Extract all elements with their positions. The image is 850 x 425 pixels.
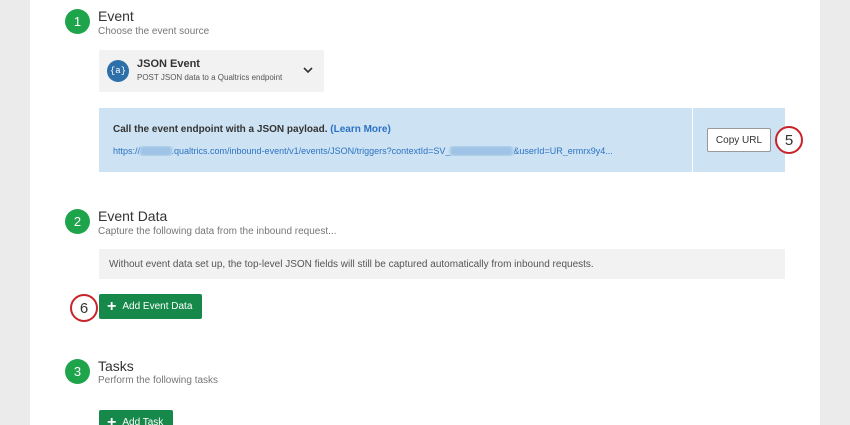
copy-url-button[interactable]: Copy URL	[707, 128, 771, 152]
event-data-notice: Without event data set up, the top-level…	[99, 249, 785, 279]
step-1-title: Event	[98, 8, 134, 24]
step-3-title: Tasks	[98, 358, 134, 374]
event-data-notice-text: Without event data set up, the top-level…	[109, 259, 594, 270]
step-3-subtitle: Perform the following tasks	[98, 375, 219, 386]
add-task-label: Add Task	[122, 417, 164, 425]
event-source-dropdown[interactable]: {a} JSON Event POST JSON data to a Qualt…	[99, 50, 324, 92]
event-source-title: JSON Event	[137, 58, 200, 70]
url-redacted-brand: xxxxxxx	[140, 146, 172, 156]
step-2-subtitle: Capture the following data from the inbo…	[98, 226, 337, 237]
learn-more-link[interactable]: (Learn More)	[330, 124, 391, 135]
plus-icon: +	[107, 413, 117, 425]
add-event-data-button[interactable]: + Add Event Data	[99, 294, 203, 319]
endpoint-url[interactable]: https://xxxxxxx.qualtrics.com/inbound-ev…	[113, 146, 681, 156]
step-2-badge: 2	[65, 209, 90, 234]
url-suffix: &userId=UR_ermrx9y4...	[513, 146, 613, 156]
endpoint-info-box: Call the event endpoint with a JSON payl…	[99, 108, 692, 172]
url-redacted-survey-id: xxxxxxxxxxxxxx	[450, 146, 514, 156]
json-braces-icon: {a}	[107, 60, 129, 82]
step-2-title: Event Data	[98, 208, 168, 224]
event-source-subtitle: POST JSON data to a Qualtrics endpoint	[137, 73, 283, 82]
endpoint-intro-text: Call the event endpoint with a JSON payl…	[113, 124, 328, 135]
url-middle: .qualtrics.com/inbound-event/v1/events/J…	[171, 146, 451, 156]
add-event-data-label: Add Event Data	[122, 301, 193, 312]
step-1-subtitle: Choose the event source	[98, 26, 210, 37]
endpoint-intro: Call the event endpoint with a JSON payl…	[113, 124, 391, 135]
callout-5-marker: 5	[775, 126, 803, 154]
chevron-down-icon	[303, 67, 313, 74]
add-task-button[interactable]: + Add Task	[99, 410, 174, 425]
step-1-badge: 1	[65, 9, 90, 34]
plus-icon: +	[107, 297, 117, 315]
callout-6-marker: 6	[70, 294, 98, 322]
url-prefix: https://	[113, 146, 141, 156]
copy-url-container: Copy URL	[693, 108, 785, 172]
step-3-badge: 3	[65, 359, 90, 384]
